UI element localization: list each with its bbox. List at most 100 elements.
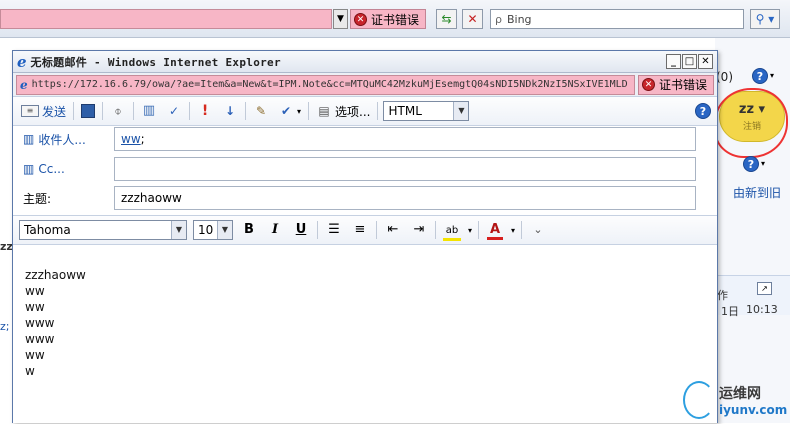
search-box[interactable]: ρ Bing xyxy=(490,9,744,29)
attach-button[interactable]: ⌽ xyxy=(108,100,128,122)
more-options-button[interactable]: ⌄ xyxy=(528,220,548,240)
subject-field[interactable]: zzzhaoww xyxy=(114,186,696,210)
window-titlebar[interactable]: e 无标题邮件 - Windows Internet Explorer _ □ … xyxy=(13,51,717,73)
address-book-icon: ▥ xyxy=(142,103,156,118)
popup-certificate-error-button[interactable]: ✕ 证书错误 xyxy=(637,74,714,95)
compose-help-button[interactable]: ? xyxy=(695,103,711,119)
numbered-list-button[interactable]: ≡ xyxy=(350,220,370,240)
cc-row: ▥ Cc... xyxy=(13,157,717,181)
font-select[interactable]: Tahoma ▼ xyxy=(19,220,187,240)
popup-address-row: e https://172.16.6.79/owa/?ae=Item&a=New… xyxy=(13,73,717,96)
to-label: 收件人... xyxy=(38,132,86,147)
chevron-down-icon[interactable]: ▾ xyxy=(511,226,515,235)
floppy-icon xyxy=(81,104,96,118)
search-button[interactable]: ⚲ ▾ xyxy=(750,9,780,29)
maximize-button[interactable]: □ xyxy=(682,54,697,69)
recipient-separator: ; xyxy=(140,132,145,146)
to-button[interactable]: ▥ 收件人... xyxy=(13,131,113,148)
divider xyxy=(435,221,436,239)
sort-newest-link[interactable]: 由新到旧 xyxy=(733,184,781,201)
close-button[interactable]: ✕ xyxy=(698,54,713,69)
signature-button[interactable]: ✎ xyxy=(251,100,271,122)
italic-button[interactable]: I xyxy=(265,220,285,240)
popup-address-field[interactable]: e https://172.16.6.79/owa/?ae=Item&a=New… xyxy=(16,74,635,95)
refresh-button[interactable]: ⇆ xyxy=(436,9,457,29)
certificate-error-label: 证书错误 xyxy=(658,78,707,92)
outdent-icon: ⇤ xyxy=(387,222,399,237)
subject-row: 主题: zzzhaoww xyxy=(13,186,717,210)
chevron-down-icon: ▼ xyxy=(453,102,469,120)
message-body[interactable]: zzzhaoww ww ww www www ww w xyxy=(13,247,717,424)
cc-button[interactable]: ▥ Cc... xyxy=(13,162,113,176)
watermark-logo-icon xyxy=(683,380,715,419)
bg-help-menu-2[interactable]: ? ▾ xyxy=(743,156,765,172)
send-button[interactable]: ≡ 发送 xyxy=(19,100,68,122)
chevron-down-icon[interactable]: ▾ xyxy=(468,226,472,235)
body-line: zzzhaoww xyxy=(25,268,86,282)
compose-toolbar: ≡ 发送 ⌽ ▥ ✓ ! ↓ ✎ ✔ ▾ ▤ 选项... HTML ▼ ? xyxy=(13,96,717,126)
to-field[interactable]: ww; xyxy=(114,127,696,151)
bg-action-text: 作 xyxy=(717,289,728,302)
format-select[interactable]: HTML ▼ xyxy=(383,101,470,121)
bg-time-text: 10:13 xyxy=(746,303,778,316)
minimize-button[interactable]: _ xyxy=(666,54,681,69)
divider xyxy=(478,221,480,239)
underline-button[interactable]: U xyxy=(291,220,311,240)
low-importance-button[interactable]: ↓ xyxy=(220,100,240,122)
divider xyxy=(377,102,379,120)
font-select-value: Tahoma xyxy=(24,223,71,237)
formatting-toolbar: Tahoma ▼ 10 ▼ B I U ☰ ≡ ⇤ ⇥ ab ▾ A ▾ ⌄ xyxy=(13,215,717,245)
decrease-indent-button[interactable]: ⇤ xyxy=(383,220,403,240)
page-icon: e xyxy=(20,77,28,92)
body-line: ww xyxy=(25,300,45,314)
chevron-down-icon: ▼ xyxy=(171,221,186,239)
to-row: ▥ 收件人... ww; xyxy=(13,127,717,151)
address-book-icon: ▥ xyxy=(23,132,35,146)
address-bar[interactable] xyxy=(0,9,332,29)
divider xyxy=(308,102,310,120)
divider xyxy=(73,102,75,120)
popup-url: https://172.16.6.79/owa/?ae=Item&a=New&t… xyxy=(31,79,628,90)
shield-error-icon: ✕ xyxy=(641,78,655,91)
divider xyxy=(376,221,377,239)
bg-help-menu[interactable]: ? ▾ xyxy=(752,68,774,84)
spell-check-icon: ✔ xyxy=(280,104,292,118)
format-select-value: HTML xyxy=(388,104,422,118)
address-book-button[interactable]: ▥ xyxy=(139,100,159,122)
recipient-chip[interactable]: ww xyxy=(121,132,141,146)
address-dropdown-button[interactable]: ▼ xyxy=(333,9,348,29)
font-size-select[interactable]: 10 ▼ xyxy=(193,220,233,240)
font-color-button[interactable]: A xyxy=(485,220,505,240)
pencil-paper-icon: ✎ xyxy=(255,104,267,118)
body-line: w xyxy=(25,364,35,378)
spell-check-button[interactable]: ✔ ▾ xyxy=(276,100,303,122)
ie-logo-icon: e xyxy=(17,52,27,71)
annotation-circle xyxy=(714,88,788,158)
down-arrow-icon: ↓ xyxy=(224,104,236,118)
highlight-button[interactable]: ab xyxy=(442,220,462,241)
compose-window: e 无标题邮件 - Windows Internet Explorer _ □ … xyxy=(12,50,718,423)
body-line: ww xyxy=(25,284,45,298)
site-watermark: 运维网 iyunv.com xyxy=(683,376,790,423)
certificate-error-label: 证书错误 xyxy=(371,12,420,27)
bold-button[interactable]: B xyxy=(239,220,259,240)
high-importance-button[interactable]: ! xyxy=(195,100,215,122)
divider xyxy=(317,221,318,239)
increase-indent-button[interactable]: ⇥ xyxy=(409,220,429,240)
divider xyxy=(133,102,135,120)
numbered-list-icon: ≡ xyxy=(354,222,366,237)
options-button[interactable]: ▤ 选项... xyxy=(314,100,372,122)
paperclip-icon: ⌽ xyxy=(114,104,122,118)
check-names-button[interactable]: ✓ xyxy=(164,100,184,122)
bg-left-fragment: z; xyxy=(0,320,10,333)
save-button[interactable] xyxy=(79,100,97,122)
open-window-icon[interactable]: ↗ xyxy=(757,282,772,295)
stop-button[interactable]: ✕ xyxy=(462,9,483,29)
divider xyxy=(189,102,191,120)
help-icon: ? xyxy=(695,103,711,119)
cc-field[interactable] xyxy=(114,157,696,181)
address-book-icon: ▥ xyxy=(23,162,35,176)
certificate-error-button[interactable]: ✕ 证书错误 xyxy=(350,9,427,29)
bullet-list-button[interactable]: ☰ xyxy=(324,220,344,240)
divider xyxy=(521,221,523,239)
